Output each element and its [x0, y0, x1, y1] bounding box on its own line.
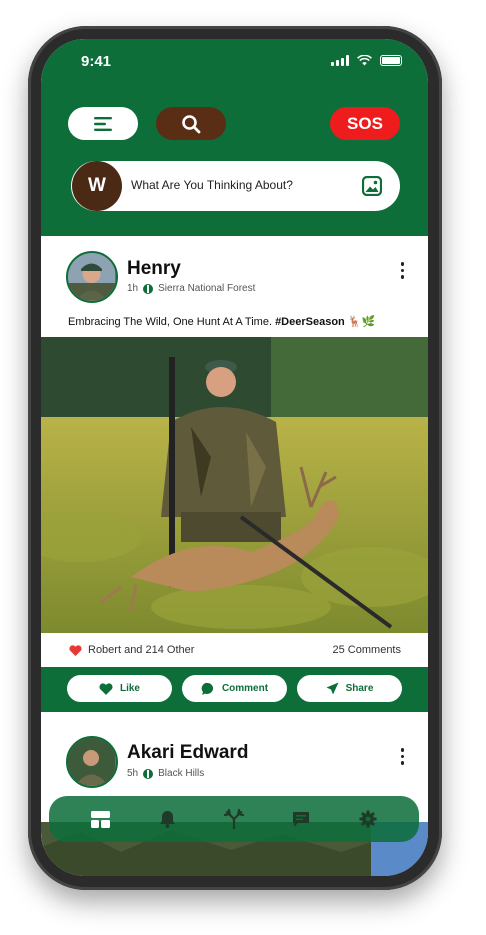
author-avatar[interactable] — [66, 251, 118, 303]
post-location[interactable]: Black Hills — [158, 768, 204, 779]
caption-hashtag[interactable]: #DeerSeason — [275, 316, 345, 328]
share-button[interactable]: Share — [297, 675, 402, 702]
author-name[interactable]: Akari Edward — [127, 742, 248, 764]
menu-icon — [94, 116, 112, 131]
caption-emoji: 🦌🌿 — [347, 316, 376, 328]
battery-icon — [380, 55, 402, 66]
like-button[interactable]: Like — [67, 675, 172, 702]
menu-button[interactable] — [68, 107, 138, 140]
image-upload-icon[interactable] — [362, 176, 382, 196]
gear-icon — [359, 810, 377, 828]
tab-messages[interactable] — [286, 804, 316, 834]
more-options-icon[interactable] — [400, 262, 404, 279]
heart-icon — [69, 645, 82, 656]
post-action-bar: Like Comment Share — [41, 667, 428, 712]
post-composer[interactable]: W What Are You Thinking About? — [71, 161, 400, 211]
tab-settings[interactable] — [353, 804, 383, 834]
comment-count[interactable]: 25 Comments — [333, 644, 401, 656]
app-header: 9:41 SOS W What Are You Thinking About? — [41, 39, 428, 236]
status-icons — [331, 55, 402, 66]
post-reactions: Robert and 214 Other 25 Comments — [41, 633, 428, 667]
share-icon — [326, 682, 339, 695]
signal-icon — [331, 55, 349, 66]
caption-text: Embracing The Wild, One Hunt At A Time. — [68, 316, 272, 328]
bell-icon — [159, 811, 175, 828]
comment-label: Comment — [221, 683, 269, 694]
tab-notifications[interactable] — [152, 804, 182, 834]
sos-button[interactable]: SOS — [330, 107, 400, 140]
tab-dashboard[interactable] — [85, 804, 115, 834]
post-caption: Embracing The Wild, One Hunt At A Time. … — [68, 315, 375, 328]
more-options-icon[interactable] — [400, 748, 404, 765]
wifi-icon — [357, 55, 372, 66]
user-avatar[interactable]: W — [72, 161, 122, 211]
liked-by-text[interactable]: Robert and 214 Other — [88, 644, 194, 656]
tab-hunt[interactable] — [219, 804, 249, 834]
post-location[interactable]: Sierra National Forest — [158, 283, 255, 294]
composer-placeholder[interactable]: What Are You Thinking About? — [131, 178, 293, 192]
post-meta: 1h Sierra National Forest — [127, 283, 255, 294]
comment-button[interactable]: Comment — [182, 675, 287, 702]
post-photo[interactable] — [41, 337, 428, 633]
author-name[interactable]: Henry — [127, 258, 181, 280]
search-icon — [182, 114, 201, 133]
post-time: 1h — [127, 283, 139, 294]
search-button[interactable] — [156, 107, 226, 140]
author-avatar[interactable] — [66, 736, 118, 788]
like-heart-icon — [99, 682, 113, 695]
post-meta: 5h Black Hills — [127, 768, 204, 779]
message-icon — [292, 811, 309, 827]
bottom-tab-bar — [49, 796, 419, 842]
share-label: Share — [345, 683, 374, 694]
dashboard-icon — [90, 810, 110, 828]
antler-icon — [223, 809, 245, 829]
like-label: Like — [119, 683, 140, 694]
app-screen: 9:41 SOS W What Are You Thinking About? … — [41, 39, 428, 876]
location-icon — [143, 768, 154, 779]
post-card: Henry 1h Sierra National Forest Embracin… — [41, 236, 428, 667]
location-icon — [143, 283, 154, 294]
post-card: Akari Edward 5h Black Hills — [41, 712, 428, 876]
comment-icon — [201, 682, 213, 695]
status-time: 9:41 — [81, 53, 112, 70]
post-time: 5h — [127, 768, 139, 779]
